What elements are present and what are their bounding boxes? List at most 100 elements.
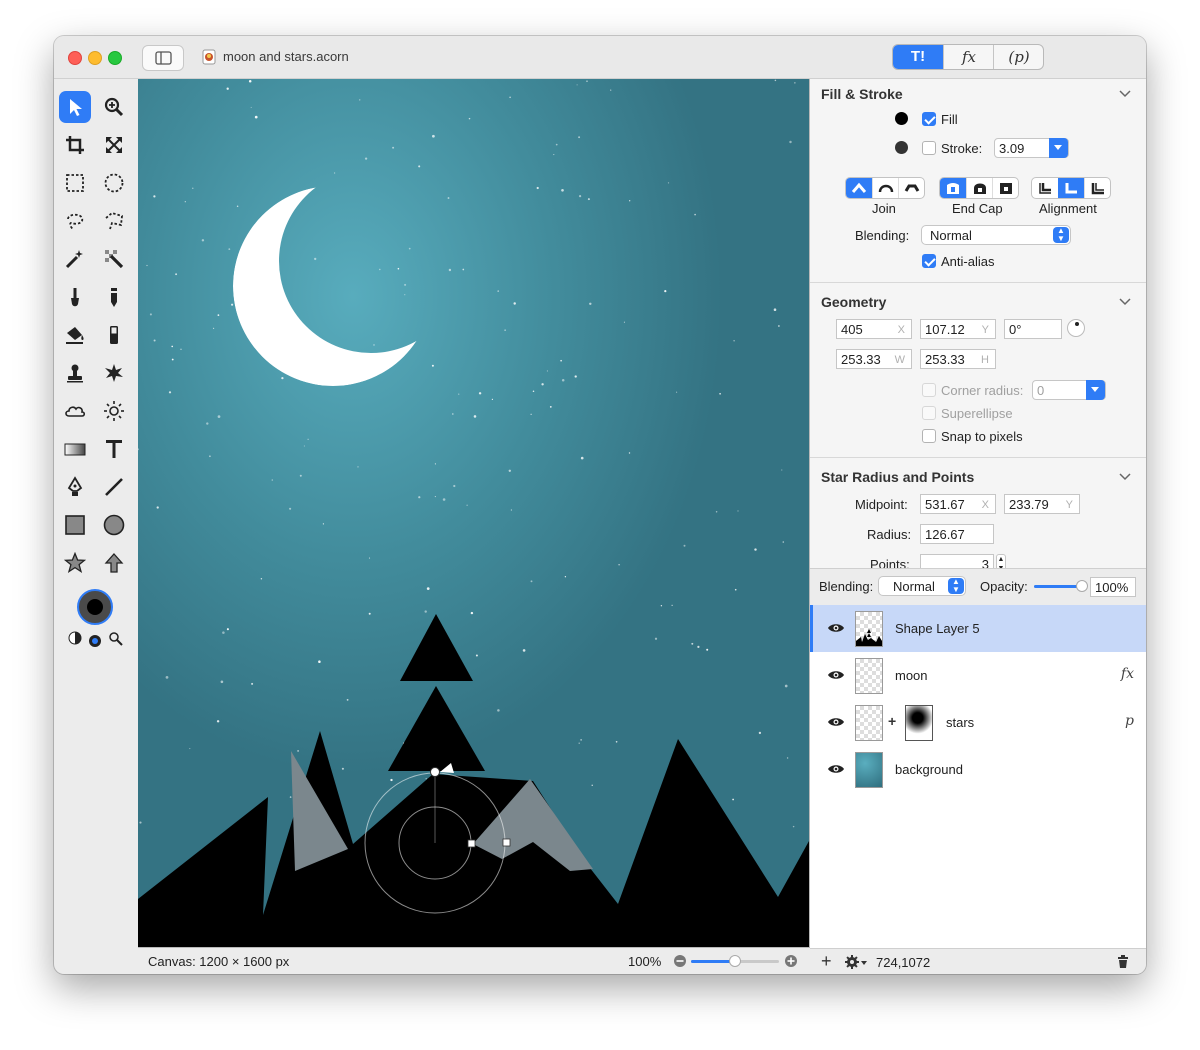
align-inside-button[interactable]	[1032, 178, 1058, 198]
stroke-checkbox[interactable]	[922, 141, 936, 155]
arrow-tool[interactable]	[98, 547, 130, 579]
stroke-width-combo[interactable]: 3.09	[994, 138, 1069, 158]
tab-properties[interactable]: (p)	[993, 45, 1043, 69]
align-outside-button[interactable]	[1084, 178, 1110, 198]
pencil-tool[interactable]	[98, 281, 130, 313]
superellipse-checkbox[interactable]	[922, 406, 936, 420]
default-colors-icon[interactable]	[88, 634, 102, 648]
close-window-button[interactable]	[68, 51, 82, 65]
zoom-tool[interactable]	[98, 91, 130, 123]
star-dot	[541, 383, 544, 386]
color-well-stroke[interactable]	[77, 589, 113, 625]
line-tool[interactable]	[98, 471, 130, 503]
polygon-lasso-tool[interactable]	[98, 205, 130, 237]
corner-radius-combo[interactable]: 0	[1032, 380, 1106, 400]
cloud-tool[interactable]	[59, 395, 91, 427]
ellipse-select-tool[interactable]	[98, 167, 130, 199]
gradient-tool[interactable]	[59, 433, 91, 465]
properties-badge[interactable]: p	[1125, 713, 1134, 729]
points-field[interactable]: 3	[920, 554, 994, 568]
align-center-button[interactable]	[1058, 178, 1084, 198]
width-field[interactable]: 253.33 W	[836, 349, 912, 369]
cap-butt-button[interactable]	[940, 178, 966, 198]
bezier-pen-tool[interactable]	[59, 471, 91, 503]
transform-tool[interactable]	[98, 129, 130, 161]
chevron-down-icon[interactable]	[1119, 298, 1131, 306]
zoom-slider-knob[interactable]	[729, 955, 741, 967]
zoom-window-button[interactable]	[108, 51, 122, 65]
y-field[interactable]: 107.12 Y	[920, 319, 996, 339]
brush-tool[interactable]	[59, 281, 91, 313]
trash-icon[interactable]	[1116, 954, 1130, 969]
layer-row-stars[interactable]: + stars p	[810, 699, 1146, 746]
layer-blending-popup[interactable]: Normal ▲ ▼	[878, 576, 966, 596]
height-field[interactable]: 253.33 H	[920, 349, 996, 369]
chevron-down-icon[interactable]	[1119, 90, 1131, 98]
corner-radius-dropdown[interactable]	[1086, 380, 1105, 400]
eye-icon[interactable]	[827, 669, 845, 681]
rectangle-tool[interactable]	[59, 509, 91, 541]
fill-color-swatch[interactable]	[895, 112, 908, 125]
gear-icon[interactable]	[844, 954, 868, 970]
chevron-down-icon[interactable]	[1119, 473, 1131, 481]
blending-popup[interactable]: Normal ▲ ▼	[921, 225, 1071, 245]
star-tool[interactable]	[59, 547, 91, 579]
instant-alpha-tool[interactable]	[98, 243, 130, 275]
add-layer-button[interactable]: +	[821, 951, 832, 972]
antialias-checkbox[interactable]	[922, 254, 936, 268]
zoom-out-icon[interactable]	[673, 954, 687, 968]
midpoint-x-field[interactable]: 531.67 X	[920, 494, 996, 514]
points-stepper[interactable]: ▲▼	[996, 554, 1006, 568]
eraser-tool[interactable]	[98, 319, 130, 351]
swap-colors-icon[interactable]	[68, 631, 82, 645]
join-bevel-button[interactable]	[898, 178, 924, 198]
cap-square-button[interactable]	[992, 178, 1018, 198]
x-field[interactable]: 405 X	[836, 319, 912, 339]
opacity-slider-knob[interactable]	[1076, 580, 1088, 592]
join-miter-button[interactable]	[846, 178, 872, 198]
midpoint-y-field[interactable]: 233.79 Y	[1004, 494, 1080, 514]
filter-badge[interactable]: fx	[1121, 666, 1134, 682]
angle-field[interactable]: 0°	[1004, 319, 1062, 339]
layer-mask-thumbnail[interactable]	[905, 705, 933, 741]
angle-dial[interactable]	[1067, 319, 1085, 337]
clone-tool[interactable]	[59, 357, 91, 389]
oval-tool[interactable]	[98, 509, 130, 541]
eye-icon[interactable]	[827, 763, 845, 775]
tab-tools[interactable]: T!	[893, 45, 943, 69]
layer-row-shape-layer-5[interactable]: Shape Layer 5	[810, 605, 1146, 652]
snap-to-pixels-checkbox[interactable]	[922, 429, 936, 443]
crop-tool[interactable]	[59, 129, 91, 161]
select-tool[interactable]	[59, 91, 91, 123]
minimize-window-button[interactable]	[88, 51, 102, 65]
lasso-tool[interactable]	[59, 205, 91, 237]
magic-wand-tool[interactable]	[59, 243, 91, 275]
opacity-field[interactable]: 100%	[1090, 577, 1136, 597]
color-well-fill[interactable]	[87, 599, 103, 615]
star-dot	[536, 186, 539, 190]
layer-row-moon[interactable]: moon fx	[810, 652, 1146, 699]
stroke-color-swatch[interactable]	[895, 141, 908, 154]
radius-field[interactable]: 126.67	[920, 524, 994, 544]
stroke-width-dropdown[interactable]	[1049, 138, 1068, 158]
fill-checkbox[interactable]	[922, 112, 936, 126]
eye-icon[interactable]	[827, 716, 845, 728]
toggle-sidebar-button[interactable]	[142, 45, 184, 71]
opacity-slider[interactable]	[1034, 580, 1088, 592]
zoom-in-icon[interactable]	[784, 954, 798, 968]
sun-tool[interactable]	[98, 395, 130, 427]
rect-select-tool[interactable]	[59, 167, 91, 199]
layer-row-background[interactable]: background	[810, 746, 1146, 793]
corner-radius-checkbox[interactable]	[922, 383, 936, 397]
zoom-slider[interactable]	[691, 955, 779, 967]
image-canvas[interactable]	[138, 79, 810, 948]
join-round-button[interactable]	[872, 178, 899, 198]
text-tool[interactable]	[98, 433, 130, 465]
paint-bucket-tool[interactable]	[59, 319, 91, 351]
tab-filters[interactable]: fx	[943, 45, 994, 69]
eye-icon[interactable]	[827, 622, 845, 634]
eyedropper-icon[interactable]	[108, 631, 124, 647]
star-dot	[217, 415, 221, 418]
cap-round-button[interactable]	[966, 178, 993, 198]
retouch-tool[interactable]	[98, 357, 130, 389]
